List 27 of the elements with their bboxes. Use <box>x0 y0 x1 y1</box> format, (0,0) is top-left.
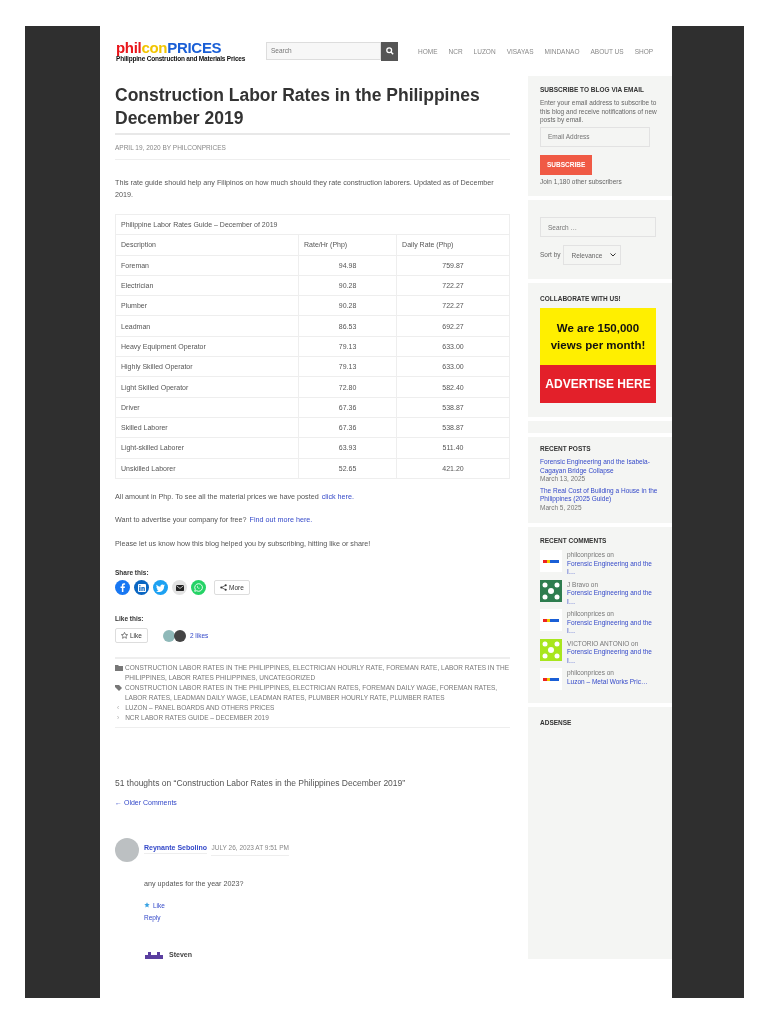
envelope-icon <box>175 584 184 591</box>
share-button[interactable] <box>115 580 130 596</box>
search-icon <box>385 47 394 55</box>
phone-bubble-icon <box>194 583 203 593</box>
star-icon <box>144 902 150 909</box>
user-avatar[interactable] <box>173 629 186 642</box>
banner-text: ADVERTISE HERE <box>545 377 651 391</box>
star-icon <box>121 632 128 640</box>
banner-text: We are 150,000 <box>556 320 640 336</box>
bird-icon <box>156 583 165 592</box>
linkedin-icon <box>137 583 146 592</box>
banner-text: views per month! <box>550 337 646 353</box>
caret-icon <box>609 253 616 257</box>
avatar-placeholder <box>115 838 139 863</box>
folder-icon <box>115 665 123 672</box>
article-title: Construction Labor Rates in the Philippines December 2019 <box>115 84 510 135</box>
share-button[interactable] <box>134 580 149 596</box>
facebook-icon <box>119 583 126 593</box>
logo-avatar-icon <box>540 668 562 690</box>
search-button[interactable] <box>381 41 398 61</box>
email-button[interactable] <box>172 580 187 596</box>
comments-heading: 51 thoughts on “Construction Labor Rates in the Philippines December 2019” <box>115 778 407 789</box>
tag-icon <box>115 685 123 692</box>
share-icon <box>220 584 227 592</box>
logo-avatar-icon <box>540 609 562 631</box>
logo-avatar-icon <box>540 550 562 572</box>
pattern-avatar-icon <box>143 950 165 959</box>
